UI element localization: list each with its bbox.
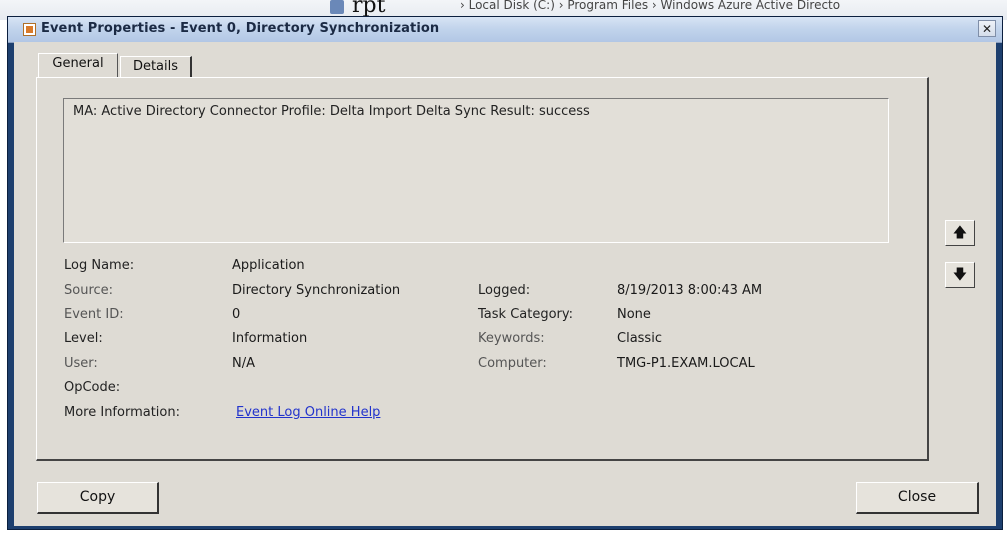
explorer-folder-icon [330,0,344,14]
event-id-label: Event ID: [64,307,124,322]
source-label: Source: [64,283,114,298]
background-path-breadcrumb: › Local Disk (C:) › Program Files › Wind… [460,0,841,12]
event-description-text: MA: Active Directory Connector Profile: … [73,104,590,119]
tab-details[interactable]: Details [120,56,192,78]
keywords-label: Keywords: [478,331,545,346]
general-tab-panel: MA: Active Directory Connector Profile: … [36,77,929,461]
arrow-down-icon: 🡇 [952,267,968,283]
source-value: Directory Synchronization [232,283,401,298]
keywords-value: Classic [617,331,662,346]
previous-event-button[interactable]: 🡅 [945,220,975,246]
window-title: Event Properties - Event 0, Directory Sy… [41,21,440,36]
event-log-online-help-link[interactable]: Event Log Online Help [236,405,380,420]
computer-value: TMG-P1.EXAM.LOCAL [617,356,755,371]
next-event-button[interactable]: 🡇 [945,262,975,288]
event-properties-window: Event Properties - Event 0, Directory Sy… [7,16,1003,530]
logged-value: 8/19/2013 8:00:43 AM [617,283,763,298]
arrow-up-icon: 🡅 [952,225,968,241]
level-value: Information [232,331,308,346]
level-label: Level: [64,331,103,346]
close-button[interactable]: Close [856,482,979,514]
event-id-value: 0 [232,307,241,322]
user-label: User: [64,356,98,371]
task-category-value: None [617,307,651,322]
dialog-client-area: General Details MA: Active Directory Con… [14,42,996,526]
event-description-box[interactable]: MA: Active Directory Connector Profile: … [63,98,889,243]
event-viewer-icon [23,23,36,36]
more-information-label: More Information: [64,405,180,420]
computer-label: Computer: [478,356,547,371]
opcode-label: OpCode: [64,380,121,395]
user-value: N/A [232,356,255,371]
copy-button[interactable]: Copy [37,482,159,514]
window-titlebar[interactable]: Event Properties - Event 0, Directory Sy… [8,17,1002,43]
log-name-value: Application [232,258,305,273]
logged-label: Logged: [478,283,531,298]
log-name-label: Log Name: [64,258,135,273]
tab-general[interactable]: General [38,53,118,77]
close-window-button[interactable]: ✕ [978,20,996,37]
task-category-label: Task Category: [478,307,574,322]
